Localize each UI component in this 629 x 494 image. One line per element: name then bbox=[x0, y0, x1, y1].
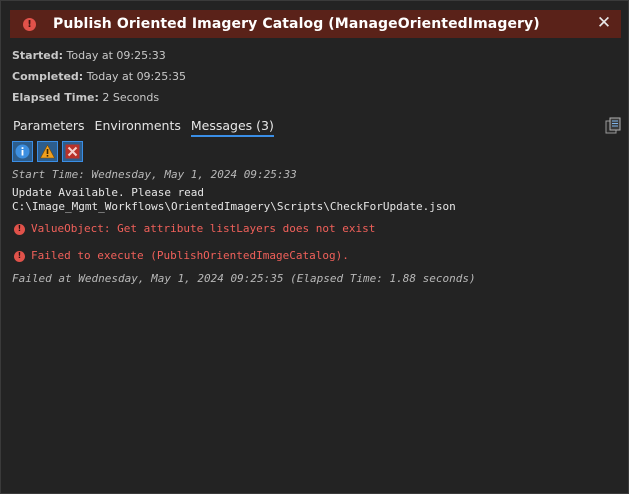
start-time-message: Start Time: Wednesday, May 1, 2024 09:25… bbox=[12, 168, 297, 181]
started-value: Today at 09:25:33 bbox=[66, 49, 166, 62]
update-message-line1: Update Available. Please read bbox=[12, 186, 205, 199]
warning-icon bbox=[40, 144, 55, 159]
error-icon: ! bbox=[14, 250, 25, 262]
info-filter-button[interactable] bbox=[12, 141, 33, 162]
elapsed-value: 2 Seconds bbox=[102, 91, 160, 104]
started-label: Started: bbox=[12, 49, 64, 62]
error-filter-button[interactable] bbox=[62, 141, 83, 162]
error-icon bbox=[65, 144, 80, 159]
error-status-icon: ! bbox=[23, 17, 36, 31]
geoprocessing-dialog: ! Publish Oriented Imagery Catalog (Mana… bbox=[0, 0, 629, 494]
completed-row: Completed: Today at 09:25:35 bbox=[12, 70, 186, 83]
tab-environments[interactable]: Environments bbox=[95, 118, 181, 137]
started-row: Started: Today at 09:25:33 bbox=[12, 49, 166, 62]
update-message-line2: C:\Image_Mgmt_Workflows\OrientedImagery\… bbox=[12, 200, 456, 213]
messages-list: Start Time: Wednesday, May 1, 2024 09:25… bbox=[12, 168, 476, 286]
elapsed-row: Elapsed Time: 2 Seconds bbox=[12, 91, 159, 104]
title-bar: ! Publish Oriented Imagery Catalog (Mana… bbox=[10, 10, 621, 38]
close-button[interactable]: ✕ bbox=[595, 14, 613, 32]
warning-filter-button[interactable] bbox=[37, 141, 58, 162]
error-message-text: ValueObject: Get attribute listLayers do… bbox=[31, 222, 376, 235]
message-filter-bar bbox=[12, 141, 87, 162]
error-message: ! Failed to execute (PublishOrientedImag… bbox=[12, 249, 476, 263]
elapsed-label: Elapsed Time: bbox=[12, 91, 99, 104]
dialog-title: Publish Oriented Imagery Catalog (Manage… bbox=[53, 16, 540, 32]
error-message: ! ValueObject: Get attribute listLayers … bbox=[12, 222, 476, 236]
completed-label: Completed: bbox=[12, 70, 84, 83]
tab-parameters[interactable]: Parameters bbox=[13, 118, 85, 137]
failed-message: Failed at Wednesday, May 1, 2024 09:25:3… bbox=[12, 272, 476, 285]
info-icon bbox=[15, 144, 30, 159]
error-icon: ! bbox=[14, 223, 25, 235]
tab-messages[interactable]: Messages (3) bbox=[190, 118, 274, 137]
completed-value: Today at 09:25:35 bbox=[86, 70, 186, 83]
copy-icon[interactable] bbox=[605, 117, 621, 135]
error-message-text: Failed to execute (PublishOrientedImageC… bbox=[31, 249, 349, 262]
tab-bar: Parameters Environments Messages (3) bbox=[13, 118, 284, 137]
